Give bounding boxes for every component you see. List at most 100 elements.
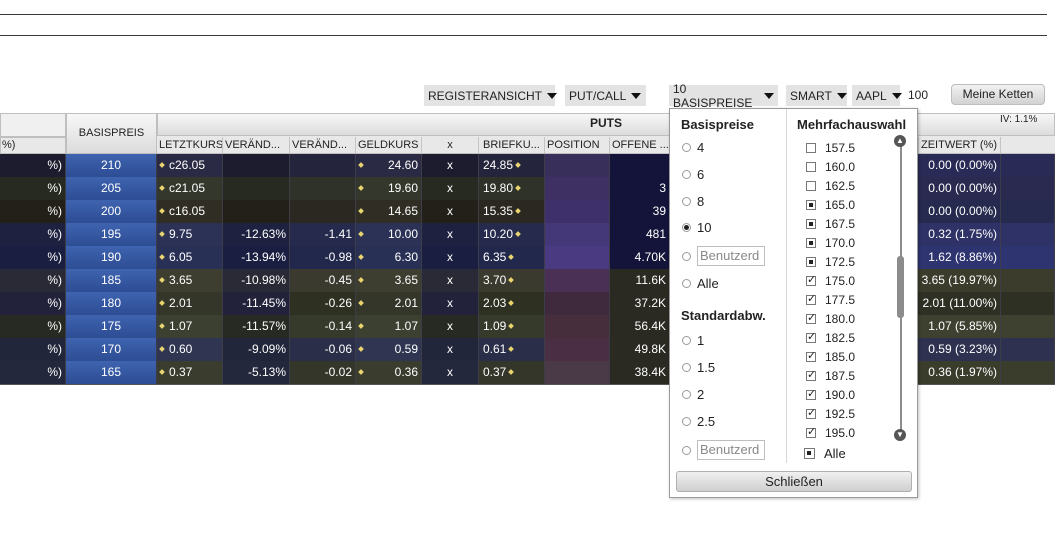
change-cell[interactable]: -0.02	[290, 361, 356, 384]
basis-option-8[interactable]: 8	[682, 194, 704, 209]
filler-cell[interactable]	[1001, 246, 1055, 269]
std-custom-input[interactable]: Benutzerd	[697, 440, 765, 460]
basis-option-10[interactable]: 10	[682, 220, 711, 235]
std-option-1-5[interactable]: 1.5	[682, 360, 715, 375]
position-cell[interactable]	[545, 269, 610, 292]
scroll-down-icon[interactable]: ▼	[894, 429, 906, 441]
time-value-cell[interactable]: 0.00 (0.00%)	[918, 154, 1001, 177]
change-cell[interactable]	[290, 154, 356, 177]
last-cell[interactable]: 1.07	[157, 315, 223, 338]
multi-select-item[interactable]: 167.5	[806, 217, 855, 231]
last-cell[interactable]: 6.05	[157, 246, 223, 269]
col-time-value[interactable]: ZEITWERT (%)	[918, 137, 1001, 153]
change-cell[interactable]: -0.45	[290, 269, 356, 292]
multi-select-item[interactable]: 192.5	[806, 407, 855, 421]
ask-cell[interactable]: 1.09	[479, 315, 545, 338]
bid-cell[interactable]: 14.65	[356, 200, 422, 223]
bid-cell[interactable]: 19.60	[356, 177, 422, 200]
bid-cell[interactable]: 3.65	[356, 269, 422, 292]
strike-cell[interactable]: 200	[66, 200, 157, 223]
x-cell[interactable]: x	[422, 315, 479, 338]
time-value-cell[interactable]: 1.07 (5.85%)	[918, 315, 1001, 338]
last-cell[interactable]: c21.05	[157, 177, 223, 200]
x-cell[interactable]: x	[422, 154, 479, 177]
left-cell[interactable]: %)	[0, 223, 66, 246]
position-cell[interactable]	[545, 223, 610, 246]
multi-select-item[interactable]: 172.5	[806, 255, 855, 269]
col-last[interactable]: LETZTKURS	[157, 137, 223, 153]
left-cell[interactable]: %)	[0, 269, 66, 292]
filler-cell[interactable]	[1001, 177, 1055, 200]
multi-select-item[interactable]: 187.5	[806, 369, 855, 383]
time-value-cell[interactable]: 0.36 (1.97%)	[918, 361, 1001, 384]
basis-custom-input[interactable]: Benutzerd	[697, 246, 765, 266]
multi-select-item[interactable]: 185.0	[806, 350, 855, 364]
position-cell[interactable]	[545, 200, 610, 223]
change-cell[interactable]: -0.06	[290, 338, 356, 361]
bid-cell[interactable]: 1.07	[356, 315, 422, 338]
multi-select-item[interactable]: 170.0	[806, 236, 855, 250]
x-cell[interactable]: x	[422, 223, 479, 246]
left-cell[interactable]: %)	[0, 315, 66, 338]
open-interest-cell[interactable]: 4.70K	[610, 246, 670, 269]
position-cell[interactable]	[545, 361, 610, 384]
time-value-cell[interactable]: 0.32 (1.75%)	[918, 223, 1001, 246]
filler-cell[interactable]	[1001, 361, 1055, 384]
strike-cell[interactable]: 185	[66, 269, 157, 292]
open-interest-cell[interactable]: 3	[610, 177, 670, 200]
x-cell[interactable]: x	[422, 246, 479, 269]
col-change-pct[interactable]: VERÄND...	[223, 137, 290, 153]
change-cell[interactable]	[290, 200, 356, 223]
left-cell[interactable]: %)	[0, 246, 66, 269]
last-cell[interactable]: 9.75	[157, 223, 223, 246]
left-cell[interactable]: %)	[0, 154, 66, 177]
multi-select-item[interactable]: 190.0	[806, 388, 855, 402]
position-cell[interactable]	[545, 338, 610, 361]
basis-option-all[interactable]: Alle	[682, 276, 719, 291]
open-interest-cell[interactable]: 39	[610, 200, 670, 223]
ask-cell[interactable]: 15.35	[479, 200, 545, 223]
time-value-cell[interactable]: 0.00 (0.00%)	[918, 200, 1001, 223]
col-change[interactable]: VERÄND...	[290, 137, 356, 153]
change-pct-cell[interactable]: -10.98%	[223, 269, 290, 292]
std-option-2[interactable]: 2	[682, 387, 704, 402]
last-cell[interactable]: 0.60	[157, 338, 223, 361]
strike-cell[interactable]: 190	[66, 246, 157, 269]
bid-cell[interactable]: 0.59	[356, 338, 422, 361]
ask-cell[interactable]: 3.70	[479, 269, 545, 292]
std-option-2-5[interactable]: 2.5	[682, 414, 715, 429]
col-x[interactable]: x	[422, 137, 479, 153]
x-cell[interactable]: x	[422, 292, 479, 315]
col-open-interest[interactable]: OFFENE ...	[610, 137, 670, 153]
multi-select-item[interactable]: 157.5	[806, 141, 855, 155]
x-cell[interactable]: x	[422, 269, 479, 292]
quantity-field[interactable]: 100	[908, 88, 928, 102]
open-interest-cell[interactable]: 49.8K	[610, 338, 670, 361]
open-interest-cell[interactable]: 481	[610, 223, 670, 246]
view-dropdown[interactable]: REGISTERANSICHT	[424, 85, 558, 106]
time-value-cell[interactable]: 3.65 (19.97%)	[918, 269, 1001, 292]
strike-cell[interactable]: 165	[66, 361, 157, 384]
bid-cell[interactable]: 0.36	[356, 361, 422, 384]
left-cell[interactable]: %)	[0, 177, 66, 200]
time-value-cell[interactable]: 0.59 (3.23%)	[918, 338, 1001, 361]
filler-cell[interactable]	[1001, 315, 1055, 338]
x-cell[interactable]: x	[422, 361, 479, 384]
left-cell[interactable]: %)	[0, 338, 66, 361]
col-ask[interactable]: BRIEFKU...	[479, 137, 545, 153]
change-cell[interactable]: -0.98	[290, 246, 356, 269]
open-interest-cell[interactable]: 11.6K	[610, 269, 670, 292]
multi-select-item[interactable]: 180.0	[806, 312, 855, 326]
multi-select-item[interactable]: 195.0	[806, 426, 855, 440]
basis-option-4[interactable]: 4	[682, 140, 704, 155]
time-value-cell[interactable]: 0.00 (0.00%)	[918, 177, 1001, 200]
change-cell[interactable]: -0.14	[290, 315, 356, 338]
strike-cell[interactable]: 205	[66, 177, 157, 200]
time-value-cell[interactable]: 1.62 (8.86%)	[918, 246, 1001, 269]
bid-cell[interactable]: 24.60	[356, 154, 422, 177]
open-interest-cell[interactable]: 37.2K	[610, 292, 670, 315]
ask-cell[interactable]: 2.03	[479, 292, 545, 315]
last-cell[interactable]: 2.01	[157, 292, 223, 315]
ask-cell[interactable]: 10.20	[479, 223, 545, 246]
change-cell[interactable]: -1.41	[290, 223, 356, 246]
